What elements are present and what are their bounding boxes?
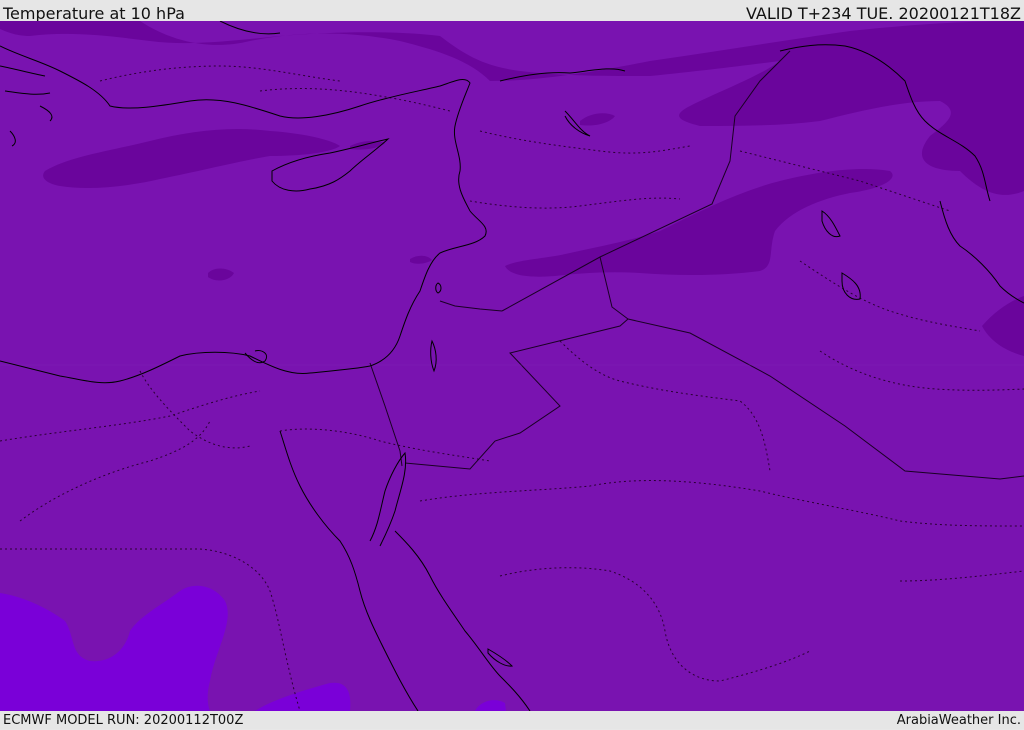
credit-label: ArabiaWeather Inc. [896,713,1021,728]
temperature-field [0,21,1024,711]
header-bar: Temperature at 10 hPa VALID T+234 TUE. 2… [0,0,1024,23]
weather-map-frame: Temperature at 10 hPa VALID T+234 TUE. 2… [0,0,1024,729]
map-svg [0,21,1024,711]
footer-bar: ECMWF MODEL RUN: 20200112T00Z ArabiaWeat… [0,711,1024,729]
map-area[interactable] [0,21,1024,711]
model-run-label: ECMWF MODEL RUN: 20200112T00Z [3,713,244,728]
